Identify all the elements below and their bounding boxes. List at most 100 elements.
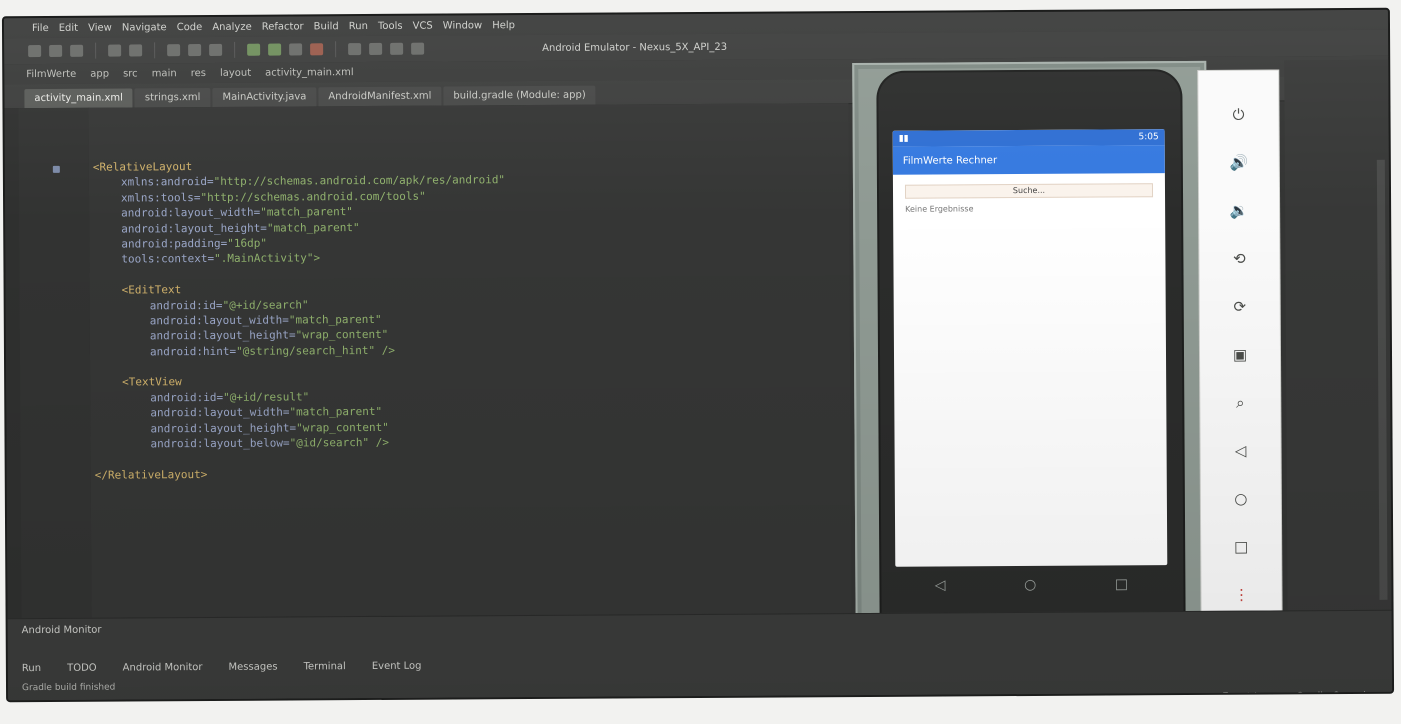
menu-item-vcs[interactable]: VCS xyxy=(413,20,433,31)
code-token: android:layout_height= xyxy=(121,221,267,236)
attach-debugger-icon[interactable] xyxy=(289,43,303,56)
code-lines[interactable]: <RelativeLayout xmlns:android="http://sch… xyxy=(93,157,507,483)
code-token: </RelativeLayout> xyxy=(94,467,208,482)
code-line[interactable]: </RelativeLayout> xyxy=(95,465,507,483)
new-file-icon[interactable] xyxy=(28,45,42,58)
toolbar-divider xyxy=(335,41,337,58)
redo-icon[interactable] xyxy=(129,44,143,57)
code-token: ".MainActivity"> xyxy=(214,251,321,266)
breadcrumb-item[interactable]: main xyxy=(152,68,177,79)
menu-item-run[interactable]: Run xyxy=(349,21,368,32)
menu-item-tools[interactable]: Tools xyxy=(378,20,403,31)
volume-down-icon[interactable]: 🔉 xyxy=(1230,201,1249,219)
save-all-icon[interactable] xyxy=(70,44,84,57)
code-token: xmlns:tools= xyxy=(120,190,201,205)
emulator-window[interactable]: ▮▮ 5:05 FilmWerte Rechner Suche... Keine… xyxy=(852,60,1210,668)
status-message: Gradle build finished xyxy=(21,682,116,694)
breadcrumb-item[interactable]: layout xyxy=(220,67,251,78)
right-tool-panel xyxy=(1284,59,1392,611)
help-icon[interactable] xyxy=(411,42,425,55)
editor-tab[interactable]: strings.xml xyxy=(134,87,211,108)
editor-tab[interactable]: AndroidManifest.xml xyxy=(318,86,442,107)
bottom-tab[interactable]: Android Monitor xyxy=(123,662,203,673)
breadcrumb-item[interactable]: FilmWerte xyxy=(26,68,76,79)
run-icon[interactable] xyxy=(247,43,261,56)
toolbar-divider xyxy=(154,42,156,59)
zoom-icon[interactable]: ⌕ xyxy=(1236,393,1245,411)
back-icon[interactable]: ◁ xyxy=(1235,441,1247,459)
toolbar-divider xyxy=(95,42,97,59)
home-icon[interactable]: ○ xyxy=(1024,577,1036,593)
code-token: <TextView xyxy=(122,375,182,389)
code-token: android:layout_width= xyxy=(150,405,290,420)
bottom-tab[interactable]: Event Log xyxy=(372,661,422,672)
bottom-tab[interactable]: Messages xyxy=(228,662,277,673)
menu-item-help[interactable]: Help xyxy=(492,20,515,31)
menu-item-view[interactable]: View xyxy=(88,22,112,33)
app-title: FilmWerte Rechner xyxy=(902,154,998,167)
overview-icon[interactable]: □ xyxy=(1115,576,1128,592)
more-icon[interactable]: ⋮ xyxy=(1234,585,1249,603)
line-gutter xyxy=(18,107,93,619)
code-token: "@string/search_hint" /> xyxy=(236,343,396,358)
editor-tab[interactable]: activity_main.xml xyxy=(24,88,133,109)
bottom-tab[interactable]: Terminal xyxy=(304,661,346,672)
result-text: Keine Ergebnisse xyxy=(905,204,974,214)
bottom-tab-bar: Run TODO Android Monitor Messages Terminal Ev… xyxy=(22,661,422,674)
breadcrumb-item[interactable]: activity_main.xml xyxy=(265,67,354,79)
sync-gradle-icon[interactable] xyxy=(348,43,362,56)
back-icon[interactable]: ◁ xyxy=(935,577,946,593)
phone-frame: ▮▮ 5:05 FilmWerte Rechner Suche... Keine… xyxy=(878,71,1184,657)
overview-icon[interactable]: □ xyxy=(1234,537,1248,555)
phone-screen[interactable]: ▮▮ 5:05 FilmWerte Rechner Suche... Keine… xyxy=(892,129,1168,567)
code-token: android:layout_width= xyxy=(149,313,289,328)
app-bar: FilmWerte Rechner xyxy=(892,145,1165,175)
cut-icon[interactable] xyxy=(167,44,181,57)
code-token: android:padding= xyxy=(121,236,228,251)
menu-item-file[interactable]: File xyxy=(32,22,49,33)
layout-icon xyxy=(52,165,60,173)
home-icon[interactable]: ○ xyxy=(1234,489,1247,507)
menu-item-navigate[interactable]: Navigate xyxy=(122,22,167,33)
menu-item-refactor[interactable]: Refactor xyxy=(262,21,304,32)
code-token: android:layout_height= xyxy=(149,328,296,343)
device-target-label[interactable]: Android Emulator - Nexus_5X_API_23 xyxy=(542,41,727,53)
bottom-tool-panel: Android Monitor Run TODO Android Monitor Me… xyxy=(7,609,1393,701)
paste-icon[interactable] xyxy=(209,43,223,56)
undo-icon[interactable] xyxy=(108,44,122,57)
code-token: android:layout_below= xyxy=(150,436,290,451)
breadcrumb-item[interactable]: app xyxy=(90,68,109,79)
code-line[interactable]: xmlns:android="http://schemas.android.co… xyxy=(93,173,505,191)
menu-item-build[interactable]: Build xyxy=(314,21,339,32)
debug-icon[interactable] xyxy=(268,43,282,56)
rotate-right-icon[interactable]: ⟳ xyxy=(1233,297,1246,315)
copy-icon[interactable] xyxy=(188,44,202,57)
search-input[interactable]: Suche... xyxy=(904,183,1154,199)
stop-icon[interactable] xyxy=(310,43,324,56)
breadcrumb-item[interactable]: src xyxy=(123,68,138,79)
avd-manager-icon[interactable] xyxy=(369,42,383,56)
menu-item-window[interactable]: Window xyxy=(443,20,483,31)
toolbar-divider xyxy=(234,41,236,58)
code-token: tools:context= xyxy=(121,252,215,266)
menu-item-edit[interactable]: Edit xyxy=(59,22,78,33)
status-item[interactable]: Gradle Console xyxy=(1296,691,1372,700)
editor-tab[interactable]: build.gradle (Module: app) xyxy=(443,85,596,106)
screenshot-icon[interactable]: ▣ xyxy=(1233,345,1247,363)
code-token: "http://schemas.android.com/apk/res/andr… xyxy=(213,173,506,189)
breadcrumb-item[interactable]: res xyxy=(191,68,206,79)
signal-icon: ▮▮ xyxy=(898,133,909,144)
editor-tab[interactable]: MainActivity.java xyxy=(212,87,317,107)
bottom-tab[interactable]: TODO xyxy=(67,663,97,674)
power-icon[interactable]: ⏻ xyxy=(1233,105,1245,123)
bottom-tab[interactable]: Run xyxy=(22,663,41,674)
sdk-manager-icon[interactable] xyxy=(390,42,404,55)
open-folder-icon[interactable] xyxy=(49,44,63,57)
volume-up-icon[interactable]: 🔊 xyxy=(1229,153,1248,171)
menu-item-analyze[interactable]: Analyze xyxy=(212,21,251,32)
status-item[interactable]: Event Log xyxy=(1222,692,1272,701)
code-editor[interactable]: <RelativeLayout xmlns:android="http://sch… xyxy=(52,103,852,618)
code-token: "wrap_content" xyxy=(295,328,389,342)
rotate-left-icon[interactable]: ⟲ xyxy=(1233,249,1246,267)
menu-item-code[interactable]: Code xyxy=(177,22,203,33)
